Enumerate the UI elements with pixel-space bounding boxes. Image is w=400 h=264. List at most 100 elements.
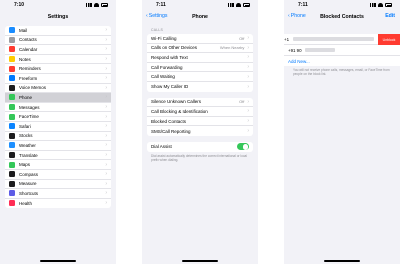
measure-icon: [9, 180, 15, 187]
status-icons: [370, 3, 392, 7]
setting-label: Blocked Contacts: [151, 118, 187, 124]
divider: [258, 0, 284, 264]
settings-item-label: Notes: [19, 56, 31, 62]
setting-value: When Nearby: [219, 45, 245, 51]
status-time: 7:11: [156, 2, 166, 8]
settings-item-health[interactable]: Health ›: [5, 199, 111, 209]
back-label: Settings: [148, 13, 168, 19]
chevron-right-icon: ›: [105, 65, 107, 72]
notes-icon: [9, 56, 15, 63]
status-bar: 7:11: [142, 0, 258, 10]
calls-group: Wi-Fi Calling Off › Calls on Other Devices W…: [147, 34, 253, 92]
settings-item-label: Calendar: [19, 46, 38, 52]
settings-item-freeform[interactable]: Freeform ›: [5, 74, 111, 84]
settings-item-voice-memos[interactable]: Voice Memos ›: [5, 84, 111, 94]
status-bar: 7:10: [0, 0, 116, 10]
dial-assist-toggle[interactable]: [237, 143, 249, 151]
phone-setting-blocked-contacts[interactable]: Blocked Contacts ›: [147, 117, 253, 127]
chevron-right-icon: ›: [105, 123, 107, 130]
battery-icon: [101, 3, 108, 7]
status-time: 7:11: [298, 2, 308, 8]
settings-item-translate[interactable]: Translate ›: [5, 151, 111, 161]
settings-item-reminders[interactable]: Reminders ›: [5, 64, 111, 74]
phone-setting-respond-with-text[interactable]: Respond with Text ›: [147, 53, 253, 63]
phone-setting-silence-unknown-callers[interactable]: Silence Unknown Callers Off ›: [147, 98, 253, 108]
settings-item-mail[interactable]: Mail ›: [5, 26, 111, 36]
setting-label: Calls on Other Devices: [151, 45, 198, 51]
settings-item-contacts[interactable]: Contacts ›: [5, 36, 111, 46]
health-icon: [9, 200, 15, 207]
unblock-button[interactable]: Unblock: [378, 34, 400, 45]
translate-icon: [9, 152, 15, 159]
settings-item-calendar[interactable]: Calendar ›: [5, 45, 111, 55]
settings-navbar: Settings: [0, 10, 116, 24]
phone-setting-calls-on-other-devices[interactable]: Calls on Other Devices When Nearby ›: [147, 44, 253, 54]
contacts-icon: [9, 36, 15, 43]
settings-item-label: Health: [19, 200, 33, 206]
chevron-right-icon: ›: [247, 83, 249, 90]
messages-icon: [9, 104, 15, 111]
setting-label: SMS/Call Reporting: [151, 128, 191, 134]
back-button[interactable]: ‹ Phone: [288, 13, 306, 19]
settings-item-maps[interactable]: Maps ›: [5, 160, 111, 170]
chevron-right-icon: ›: [247, 44, 249, 51]
settings-item-phone[interactable]: Phone ›: [5, 93, 111, 103]
calendar-icon: [9, 46, 15, 53]
phone-setting-sms-call-reporting[interactable]: SMS/Call Reporting ›: [147, 126, 253, 136]
chevron-right-icon: ›: [105, 104, 107, 111]
compass-icon: [9, 171, 15, 178]
settings-item-facetime[interactable]: FaceTime ›: [5, 112, 111, 122]
settings-item-messages[interactable]: Messages ›: [5, 103, 111, 113]
chevron-right-icon: ›: [105, 180, 107, 187]
settings-item-shortcuts[interactable]: Shortcuts ›: [5, 189, 111, 199]
home-indicator: [324, 260, 360, 262]
dial-assist-group: Dial Assist: [147, 141, 253, 152]
settings-item-notes[interactable]: Notes ›: [5, 55, 111, 65]
chevron-right-icon: ›: [247, 54, 249, 61]
redacted-number: [304, 48, 335, 52]
blocked-contact-row[interactable]: +1 Unblock: [284, 34, 400, 45]
add-new-button[interactable]: Add New...: [284, 56, 400, 66]
chevron-right-icon: ›: [247, 98, 249, 105]
phone-setting-call-forwarding[interactable]: Call Forwarding ›: [147, 63, 253, 73]
battery-icon: [243, 3, 250, 7]
settings-item-measure[interactable]: Measure ›: [5, 180, 111, 190]
chevron-right-icon: ›: [105, 36, 107, 43]
chevron-right-icon: ›: [105, 200, 107, 207]
settings-item-compass[interactable]: Compass ›: [5, 170, 111, 180]
weather-icon: [9, 142, 15, 149]
edit-button[interactable]: Edit: [385, 13, 395, 19]
phone-setting-wi-fi-calling[interactable]: Wi-Fi Calling Off ›: [147, 34, 253, 44]
maps-icon: [9, 161, 15, 168]
wifi-icon: [236, 3, 241, 7]
chevron-right-icon: ›: [247, 108, 249, 115]
phone-setting-show-my-caller-id[interactable]: Show My Caller ID ›: [147, 82, 253, 92]
blocked-number: +91 90: [288, 47, 302, 53]
phone-setting-call-blocking-identification[interactable]: Call Blocking & Identification ›: [147, 107, 253, 117]
blocked-number: +1: [284, 36, 290, 42]
phone-setting-call-waiting[interactable]: Call Waiting ›: [147, 72, 253, 82]
chevron-right-icon: ›: [247, 73, 249, 80]
chevron-right-icon: ›: [247, 118, 249, 125]
chevron-right-icon: ›: [105, 94, 107, 101]
voice-memos-icon: [9, 84, 15, 91]
dial-assist-row: Dial Assist: [147, 142, 253, 152]
chevron-right-icon: ›: [105, 113, 107, 120]
settings-item-label: Measure: [19, 181, 37, 187]
back-button[interactable]: ‹ Settings: [146, 13, 167, 19]
settings-item-label: Voice Memos: [19, 85, 47, 91]
settings-item-weather[interactable]: Weather ›: [5, 141, 111, 151]
status-icons: [228, 3, 250, 7]
blocked-contact-row[interactable]: +91 90: [284, 45, 400, 56]
settings-item-label: Shortcuts: [19, 190, 39, 196]
facetime-icon: [9, 113, 15, 120]
setting-label: Wi-Fi Calling: [151, 35, 177, 41]
settings-item-label: Maps: [19, 162, 31, 168]
settings-item-label: Freeform: [19, 75, 38, 81]
settings-screen: 7:10 Settings Mail › Contacts › Calendar › Not…: [0, 0, 116, 264]
settings-item-safari[interactable]: Safari ›: [5, 122, 111, 132]
reminders-icon: [9, 65, 15, 72]
dial-assist-label: Dial Assist: [151, 144, 172, 150]
settings-item-label: Reminders: [19, 66, 41, 72]
settings-item-stocks[interactable]: Stocks ›: [5, 132, 111, 142]
